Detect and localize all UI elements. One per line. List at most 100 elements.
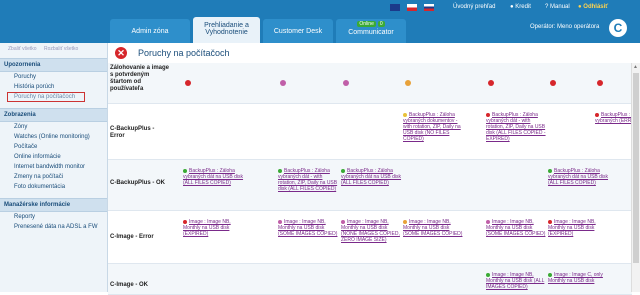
row-label: C-BackupPlus - Error <box>110 126 155 139</box>
status-dot-icon <box>185 80 191 86</box>
status-dot-icon <box>403 112 407 117</box>
sidebar-toolbar: Zbaliť všetko Rozbaliť všetko <box>0 43 107 55</box>
overview-link[interactable]: Úvodný prehľad <box>453 4 495 10</box>
row-label: C-Image - Error <box>110 234 154 240</box>
status-dot-icon <box>548 168 552 173</box>
operator-name: Operátor: Meno operátora <box>530 24 600 30</box>
fault-cell: Image : Image NB, Monthly na USB disk (N… <box>341 219 403 243</box>
collapse-all-link[interactable]: Zbaliť všetko <box>8 46 37 52</box>
fault-cell: Image : Image NB, Monthly na USB disk (S… <box>486 219 548 237</box>
grid-header-label: Zálohovanie a image s potvrdeným štartom… <box>110 65 170 92</box>
fault-cell: Image : Image NB, Monthly na USB disk (S… <box>403 219 465 237</box>
sidebar-section-alerts[interactable]: Upozornenia <box>0 58 107 72</box>
tab-customer-desk[interactable]: Customer Desk <box>263 19 333 43</box>
error-icon: ✕ <box>115 47 127 59</box>
status-dot-icon <box>280 80 286 86</box>
fault-cell: Image : Image C, only Monthly na USB dis… <box>548 272 610 284</box>
fault-cell: BackupPlus : Záloha vybraných dát - with… <box>278 168 340 192</box>
status-dot-icon <box>548 219 552 224</box>
fault-link[interactable]: BackupPlus : Záloha vybraných dát - with… <box>278 168 337 192</box>
fault-cell: Image : Image NB, Monthly na USB disk (E… <box>548 219 610 237</box>
sidebar-item-zones[interactable]: Zóny <box>0 122 107 132</box>
status-dot-icon <box>343 80 349 86</box>
fault-link[interactable]: BackupPlus : Záloha vybraných dát na USB… <box>548 168 608 186</box>
tab-label: Communicator <box>348 29 394 36</box>
sidebar-section-management[interactable]: Manažérske informácie <box>0 198 107 212</box>
sidebar: Zbaliť všetko Rozbaliť všetko Upozorneni… <box>0 43 108 292</box>
sidebar-item-watches[interactable]: Watches (Online monitoring) <box>0 132 107 142</box>
flag-slovak-icon[interactable] <box>424 4 434 11</box>
status-dot-icon <box>183 168 187 173</box>
sidebar-item-computer-changes[interactable]: Zmeny na počítači <box>0 172 107 182</box>
flag-czech-icon[interactable] <box>407 4 417 11</box>
sidebar-item-fault-history[interactable]: História porúch <box>0 82 107 92</box>
fault-cell: Image : Image NB, Monthly na USB disk (E… <box>183 219 245 237</box>
tab-label: Customer Desk <box>273 28 323 35</box>
status-dot-icon <box>486 272 490 277</box>
status-dot-icon <box>278 219 282 224</box>
fault-link[interactable]: BackupPlus : Záloha vybraných dát na USB… <box>341 168 401 186</box>
online-badge: Online <box>357 21 376 27</box>
fault-link[interactable]: Image : Image NB, Monthly na USB disk (N… <box>341 219 400 243</box>
tab-label: Admin zóna <box>131 28 169 35</box>
fault-cell: Image : Image NB, Monthly na USB disk (A… <box>486 272 548 290</box>
fault-cell: Image : Image NB, Monthly na USB disk (S… <box>278 219 340 237</box>
sidebar-item-adsl-data[interactable]: Prenesené dáta na ADSL a FW <box>0 222 107 232</box>
sidebar-item-faults[interactable]: Poruchy <box>0 72 107 82</box>
vertical-scrollbar[interactable]: ▲ <box>631 63 640 292</box>
tab-communicator[interactable]: Online 0 Communicator <box>336 19 406 43</box>
main-content: ✕ Poruchy na počítačoch Zálohovanie a im… <box>108 43 640 295</box>
fault-link[interactable]: Image : Image NB, Monthly na USB disk (E… <box>548 219 596 237</box>
row-label: C-Image - OK <box>110 282 149 288</box>
fault-cell: BackupPlus : Záloha vybraných dát na USB… <box>341 168 403 186</box>
fault-link[interactable]: Image : Image NB, Monthly na USB disk (A… <box>486 272 544 290</box>
status-dot-icon <box>278 168 282 173</box>
status-dot-icon <box>183 219 187 224</box>
sidebar-section-views[interactable]: Zobrazenia <box>0 108 107 122</box>
logout-link[interactable]: ● Odhlásiť <box>578 4 608 10</box>
status-dot-icon <box>405 80 411 86</box>
status-dot-icon <box>548 272 552 277</box>
fault-link[interactable]: Image : Image NB, Monthly na USB disk (S… <box>403 219 462 237</box>
sidebar-item-reports[interactable]: Reporty <box>0 212 107 222</box>
tab-label: Prehliadanie a Vyhodnotenie <box>204 22 249 36</box>
status-dot-icon <box>486 112 490 117</box>
fault-link[interactable]: Image : Image NB, Monthly na USB disk (E… <box>183 219 231 237</box>
sidebar-item-bandwidth-monitor[interactable]: Internet bandwidth monitor <box>0 162 107 172</box>
page-titlebar: ✕ Poruchy na počítačoch <box>108 43 640 64</box>
fault-link[interactable]: BackupPlus : Záloha vybraných dát - with… <box>486 112 546 142</box>
fault-cell: BackupPlus : Záloha vybraných dokumentov… <box>403 112 465 142</box>
tab-admin-zone[interactable]: Admin zóna <box>110 19 190 43</box>
status-dot-icon <box>486 219 490 224</box>
flag-english-icon[interactable] <box>390 4 400 11</box>
status-dot-icon <box>341 168 345 173</box>
fault-link[interactable]: Image : Image C, only Monthly na USB dis… <box>548 272 603 284</box>
sidebar-item-photo-docs[interactable]: Foto dokumentácia <box>0 182 107 192</box>
scroll-up-arrow-icon[interactable]: ▲ <box>633 64 638 70</box>
manual-link[interactable]: ? Manual <box>545 4 570 10</box>
status-dot-icon <box>597 80 603 86</box>
sidebar-item-online-info[interactable]: Online informácie <box>0 152 107 162</box>
fault-cell: BackupPlus : Záloha vybraných dát na USB… <box>183 168 245 186</box>
status-dot-icon <box>488 80 494 86</box>
fault-link[interactable]: BackupPlus : Záloha vybraných dokumentov… <box>403 112 461 142</box>
sidebar-item-computer-faults[interactable]: Poruchy na počítačoch <box>7 92 85 102</box>
credit-label: Kredit <box>515 4 531 10</box>
scrollbar-thumb[interactable] <box>633 73 639 263</box>
grid-header-row: Zálohovanie a image s potvrdeným štartom… <box>108 63 632 104</box>
fault-link[interactable]: Image : Image NB, Monthly na USB disk (S… <box>486 219 545 237</box>
fault-cell: BackupPlus : Záloha vybraných dát - with… <box>486 112 548 142</box>
app-logo-icon: C <box>609 19 627 37</box>
row-label: C-BackupPlus - OK <box>110 180 166 186</box>
status-dot-icon <box>403 219 407 224</box>
fault-link[interactable]: Image : Image NB, Monthly na USB disk (S… <box>278 219 337 237</box>
table-row: C-BackupPlus - Error <box>108 104 632 160</box>
tab-browse-evaluate[interactable]: Prehliadanie a Vyhodnotenie <box>193 17 260 43</box>
page-title: Poruchy na počítačoch <box>138 48 230 58</box>
expand-all-link[interactable]: Rozbaliť všetko <box>44 46 78 52</box>
sidebar-item-computers[interactable]: Počítače <box>0 142 107 152</box>
fault-cell: BackupPlus : Záloha vybraných dát na USB… <box>548 168 610 186</box>
online-count-badge: 0 <box>377 21 385 27</box>
fault-link[interactable]: BackupPlus : Záloha vybraných dát na USB… <box>183 168 243 186</box>
credit-link[interactable]: ● Kredit <box>510 4 531 10</box>
